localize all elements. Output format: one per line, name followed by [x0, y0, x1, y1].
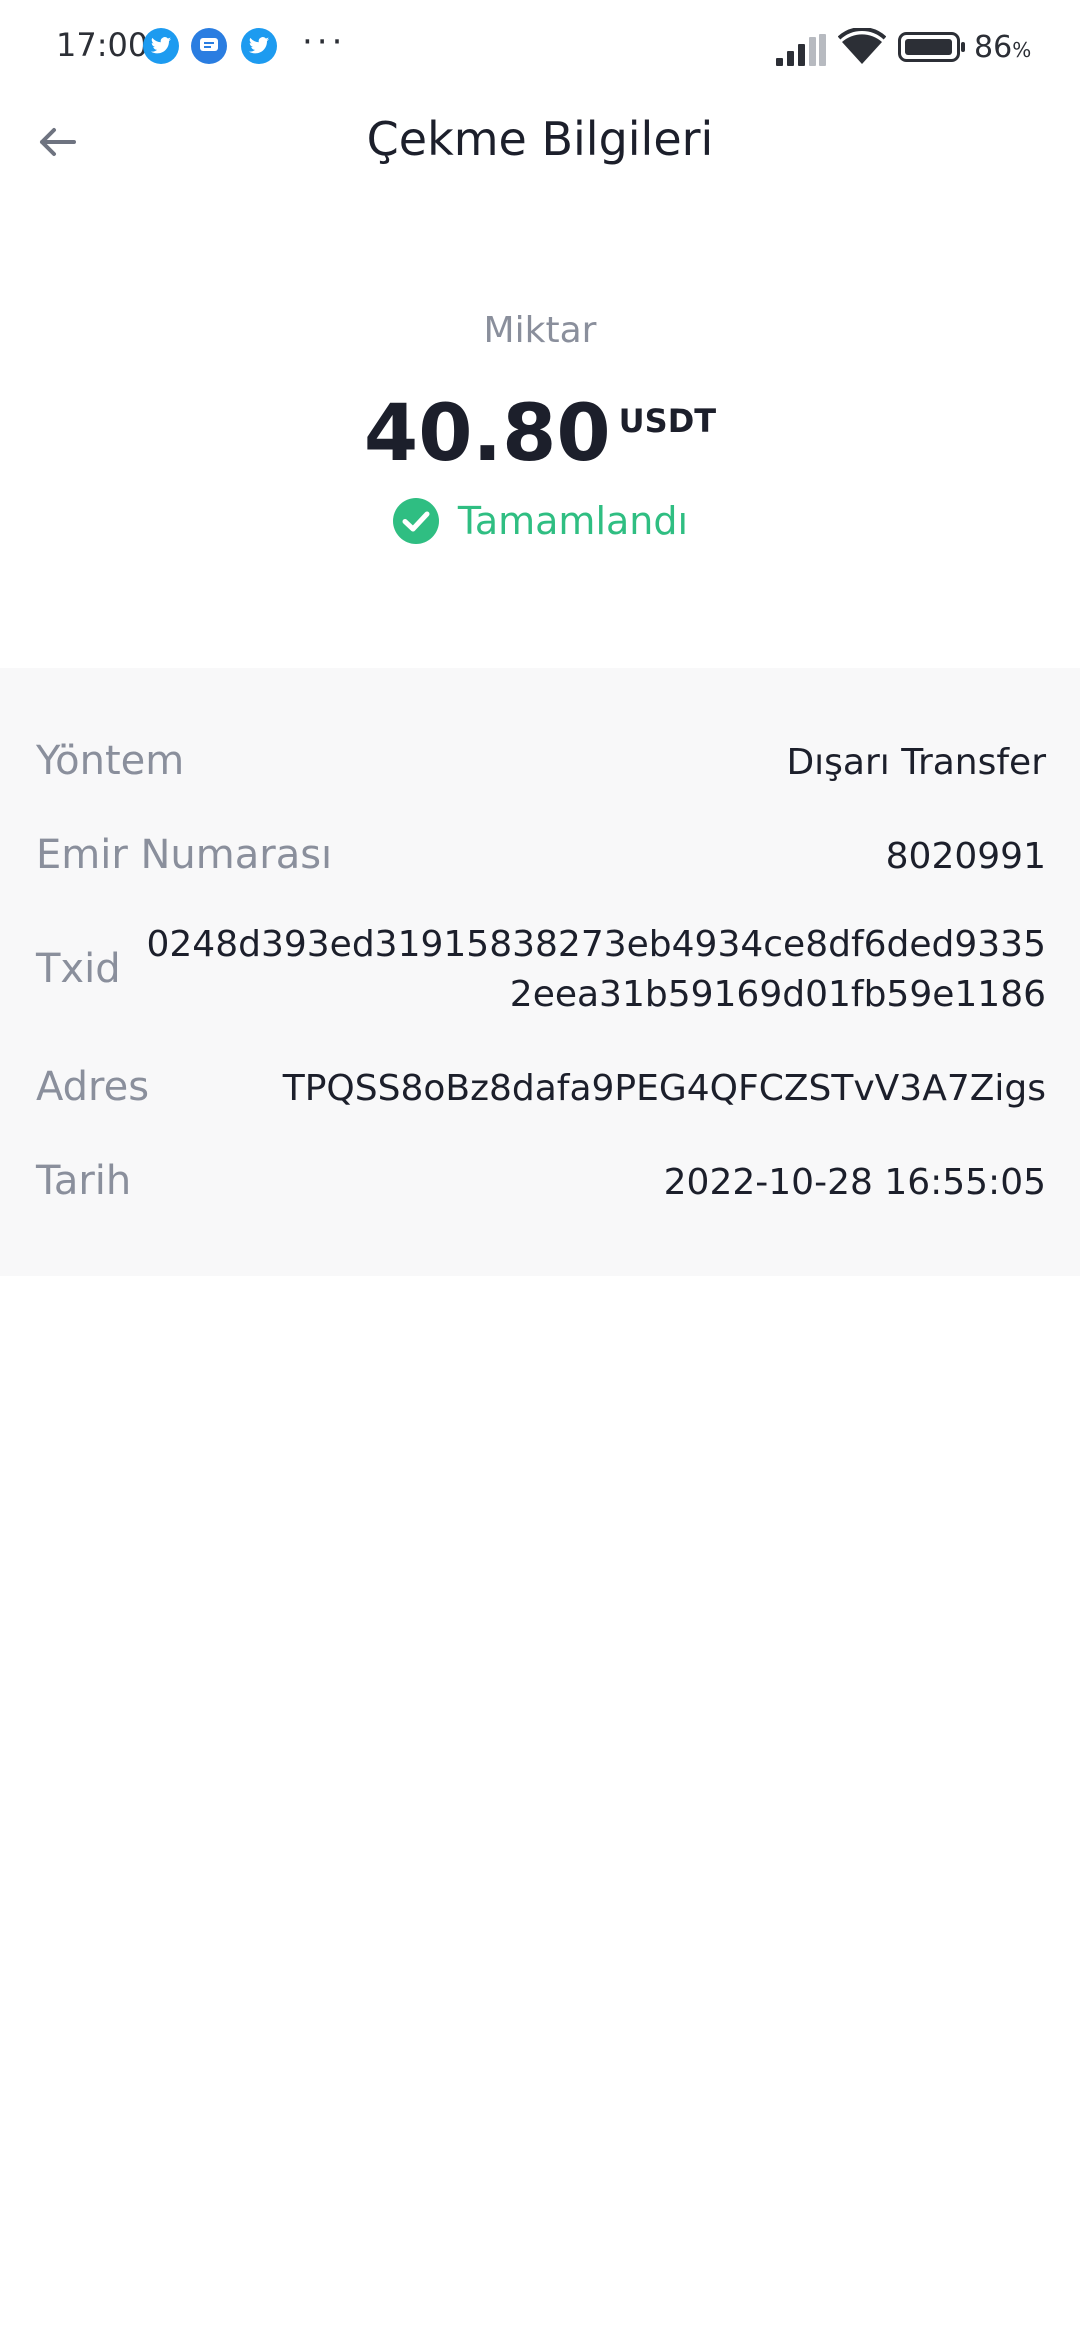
battery-icon [898, 32, 965, 62]
detail-value: Dışarı Transfer [786, 742, 1046, 783]
detail-label: Yöntem [36, 738, 185, 784]
messages-icon [191, 28, 227, 64]
detail-row-address: Adres TPQSS8oBz8dafa9PEG4QFCZSTvV3A7Zigs [36, 1064, 1046, 1124]
twitter-icon [241, 28, 277, 64]
amount-section: Miktar 40.80 USDT Tamamlandı [0, 310, 1080, 553]
status-text: Tamamlandı [457, 499, 689, 543]
detail-value: 2022-10-28 16:55:05 [663, 1162, 1046, 1203]
amount-value: 40.80 [363, 389, 611, 479]
details-panel: Yöntem Dışarı Transfer Emir Numarası 802… [0, 668, 1080, 1276]
detail-row-order-number: Emir Numarası 8020991 [36, 832, 1046, 892]
more-notifications-icon: ··· [302, 22, 347, 62]
detail-value[interactable]: 0248d393ed31915838273eb4934ce8df6ded9335… [136, 920, 1047, 1020]
detail-label: Txid [36, 946, 121, 992]
amount-row: 40.80 USDT [0, 389, 1080, 479]
signal-icon [776, 34, 826, 66]
detail-label: Adres [36, 1064, 150, 1110]
detail-value: 8020991 [885, 836, 1046, 877]
detail-label: Tarih [36, 1158, 132, 1204]
page-title: Çekme Bilgileri [366, 112, 714, 166]
detail-row-method: Yöntem Dışarı Transfer [36, 738, 1046, 798]
amount-label: Miktar [483, 310, 597, 351]
detail-row-txid: Txid 0248d393ed31915838273eb4934ce8df6de… [36, 920, 1046, 1030]
detail-value[interactable]: TPQSS8oBz8dafa9PEG4QFCZSTvV3A7Zigs [283, 1068, 1046, 1109]
battery-percent: 86% [974, 30, 1032, 65]
status-row: Tamamlandı [0, 497, 1080, 553]
detail-label: Emir Numarası [36, 832, 333, 878]
check-circle-icon [392, 498, 439, 544]
twitter-icon [143, 28, 179, 64]
status-bar: 17:00 ··· 86% [0, 0, 1080, 92]
detail-row-date: Tarih 2022-10-28 16:55:05 [36, 1158, 1046, 1218]
amount-unit: USDT [618, 402, 717, 440]
status-time: 17:00 [56, 26, 149, 64]
wifi-icon [838, 28, 886, 64]
app-header: Çekme Bilgileri [0, 100, 1080, 184]
